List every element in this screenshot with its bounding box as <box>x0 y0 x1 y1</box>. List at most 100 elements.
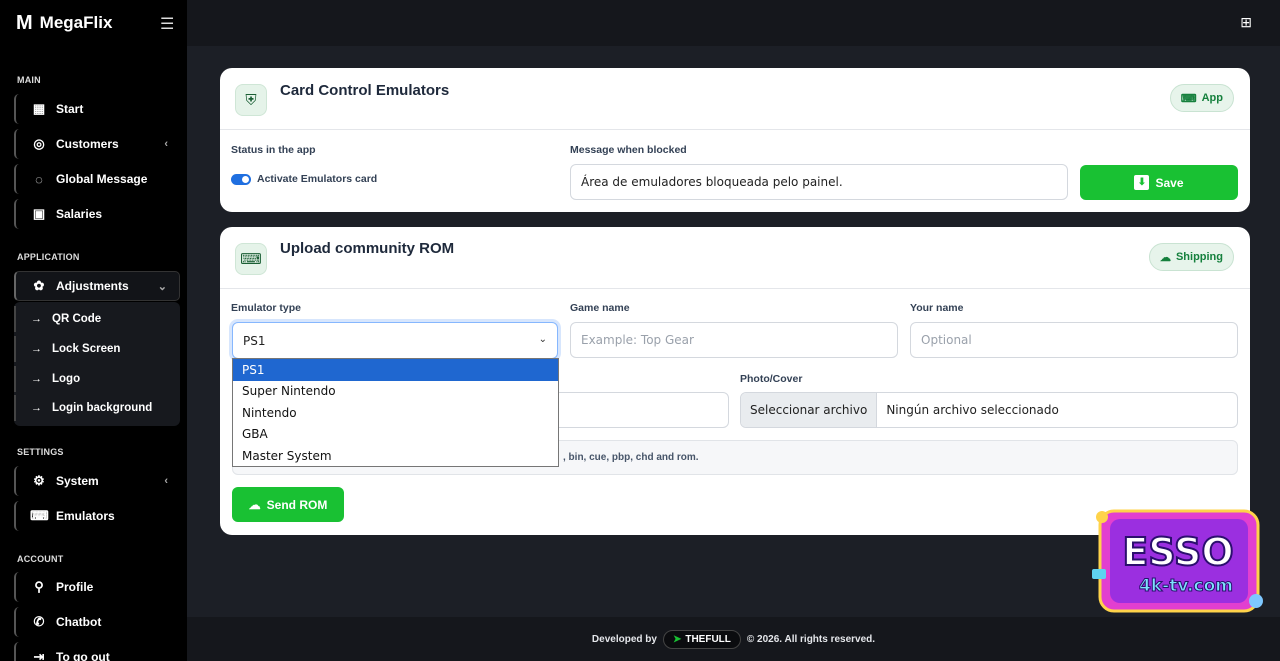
shipping-badge: ☁ Shipping <box>1148 243 1234 271</box>
message-label: Message when blocked <box>570 144 687 156</box>
cloud-upload-icon: ☁ <box>1159 251 1171 264</box>
status-label: Status in the app <box>231 144 316 156</box>
emulator-type-dropdown: PS1 Super Nintendo Nintendo GBA Master S… <box>232 358 559 467</box>
sidebar-item-label: Customers <box>56 137 119 151</box>
sidebar-subitem-label: Lock Screen <box>52 343 121 355</box>
your-name-label: Your name <box>910 302 964 314</box>
developer-name: THEFULL <box>685 633 731 645</box>
app-root: M MegaFlix ☰ MAIN ▦ Start ◎ Customers ‹ … <box>0 0 1280 661</box>
dropdown-option[interactable]: Master System <box>233 445 558 467</box>
arrow-right-icon: → <box>31 313 42 325</box>
footer-developed: Developed by <box>591 633 657 645</box>
sidebar-subitem-login-background[interactable]: → Login background <box>14 395 180 421</box>
sidebar-subitem-label: Login background <box>52 402 153 414</box>
chevron-left-icon: ‹ <box>164 475 168 487</box>
brand[interactable]: M MegaFlix ☰ <box>0 0 187 46</box>
choose-file-button[interactable]: Seleccionar archivo <box>741 393 878 427</box>
user-icon: ⚲ <box>34 579 44 594</box>
sidebar-item-chatbot[interactable]: ✆ Chatbot <box>14 607 180 637</box>
game-name-input[interactable]: Example: Top Gear <box>570 322 898 358</box>
shield-icon: ⛨ <box>235 84 267 116</box>
watermark-site: 4k-tv.com <box>1139 576 1233 596</box>
footer: Developed by ➤ THEFULL © 2026. All rights… <box>187 617 1280 661</box>
emulator-type-label: Emulator type <box>231 302 302 314</box>
watermark-brand: ESSO <box>1122 530 1233 574</box>
sidebar-item-label: Start <box>56 102 84 116</box>
menu-toggle-icon[interactable]: ☰ <box>160 14 174 34</box>
sidebar-subitem-label: Logo <box>52 373 81 385</box>
gamepad-icon: ⌨ <box>235 243 267 275</box>
dropdown-option[interactable]: Super Nintendo <box>233 381 558 403</box>
user-circle-icon: ◎ <box>33 136 45 151</box>
emulator-type-select[interactable]: PS1 ⌄ <box>232 322 558 359</box>
topbar: ⊞ <box>187 0 1280 46</box>
sidebar-item-logout[interactable]: ⇥ To go out <box>14 642 180 661</box>
sidebar-item-label: Profile <box>56 580 94 594</box>
card-header: ⌨ Upload community ROM ☁ Shipping <box>220 227 1250 289</box>
card-title: Upload community ROM <box>280 240 455 257</box>
blocked-message-input[interactable]: Área de emuladores bloqueada pelo painel… <box>570 164 1068 200</box>
section-account: ACCOUNT <box>17 554 64 564</box>
sidebar-item-label: Chatbot <box>56 615 102 629</box>
card-title: Card Control Emulators <box>280 82 450 99</box>
game-name-label: Game name <box>570 302 630 314</box>
palette-icon: ✿ <box>33 278 45 293</box>
card-header: ⛨ Card Control Emulators ⌨ App <box>220 68 1250 130</box>
sidebar-item-system[interactable]: ⚙ System ‹ <box>14 466 180 496</box>
dashboard-icon: ▦ <box>32 101 46 116</box>
shipping-badge-label: Shipping <box>1175 251 1223 263</box>
sidebar-item-adjustments[interactable]: ✿ Adjustments ⌄ <box>14 271 180 301</box>
developer-link[interactable]: ➤ THEFULL <box>662 629 741 649</box>
download-icon: ⬇ <box>1134 175 1150 190</box>
toggle-label: Activate Emulators card <box>257 173 378 185</box>
sidebar-subitem-logo[interactable]: → Logo <box>14 366 180 392</box>
sidebar-item-customers[interactable]: ◎ Customers ‹ <box>14 129 180 159</box>
sidebar-item-profile[interactable]: ⚲ Profile <box>14 572 180 602</box>
arrow-right-icon: → <box>31 402 42 414</box>
send-icon: ➤ <box>672 633 682 645</box>
sidebar-item-start[interactable]: ▦ Start <box>14 94 180 124</box>
file-status: Ningún archivo seleccionado <box>886 403 1059 417</box>
app-badge: ⌨ App <box>1169 84 1234 112</box>
your-name-input[interactable]: Optional <box>910 322 1238 358</box>
calendar-icon: ▣ <box>32 206 46 221</box>
send-rom-label: Send ROM <box>266 497 328 512</box>
dropdown-option[interactable]: GBA <box>233 424 558 446</box>
sidebar-item-label: Salaries <box>56 207 103 221</box>
sidebar: M MegaFlix ☰ MAIN ▦ Start ◎ Customers ‹ … <box>0 0 187 661</box>
footer-rights: © 2026. All rights reserved. <box>746 633 876 645</box>
cloud-upload-icon: ☁ <box>248 497 261 512</box>
arrow-right-icon: → <box>31 373 42 385</box>
dropdown-option[interactable]: Nintendo <box>233 402 558 424</box>
arrow-right-icon: → <box>31 343 42 355</box>
section-settings: SETTINGS <box>17 447 64 457</box>
sidebar-subitem-lock-screen[interactable]: → Lock Screen <box>14 336 180 362</box>
sidebar-item-label: System <box>56 474 99 488</box>
esso-watermark-logo: ESSO 4k-tv.com <box>1092 509 1263 613</box>
brand-logo-icon: M <box>16 11 33 34</box>
emulator-type-value: PS1 <box>243 333 266 348</box>
cover-file-input[interactable]: Seleccionar archivo Ningún archivo selec… <box>740 392 1238 428</box>
whatsapp-icon: ✆ <box>33 614 45 629</box>
sidebar-subitem-qr-code[interactable]: → QR Code <box>14 306 180 332</box>
sidebar-item-global-message[interactable]: ◌ Global Message <box>14 164 180 194</box>
sidebar-item-label: Global Message <box>56 172 148 186</box>
chevron-down-icon: ⌄ <box>538 334 547 345</box>
apps-grid-icon[interactable]: ⊞ <box>1240 14 1252 31</box>
emulators-card-toggle[interactable] <box>231 174 251 185</box>
chevron-left-icon: ‹ <box>164 138 168 150</box>
photo-cover-label: Photo/Cover <box>740 373 803 385</box>
chevron-down-icon: ⌄ <box>157 280 167 293</box>
sidebar-item-emulators[interactable]: ⌨ Emulators <box>14 501 180 531</box>
logout-icon: ⇥ <box>33 649 45 661</box>
sidebar-item-salaries[interactable]: ▣ Salaries <box>14 199 180 229</box>
app-badge-label: App <box>1201 92 1223 104</box>
gamepad-icon: ⌨ <box>30 508 49 523</box>
gear-icon: ⚙ <box>33 473 45 488</box>
sidebar-subitem-label: QR Code <box>52 313 102 325</box>
sidebar-item-label: Adjustments <box>56 279 129 293</box>
send-rom-button[interactable]: ☁ Send ROM <box>232 487 344 522</box>
save-button[interactable]: ⬇ Save <box>1080 165 1238 200</box>
sidebar-item-label: To go out <box>56 650 110 661</box>
dropdown-option[interactable]: PS1 <box>233 359 558 381</box>
